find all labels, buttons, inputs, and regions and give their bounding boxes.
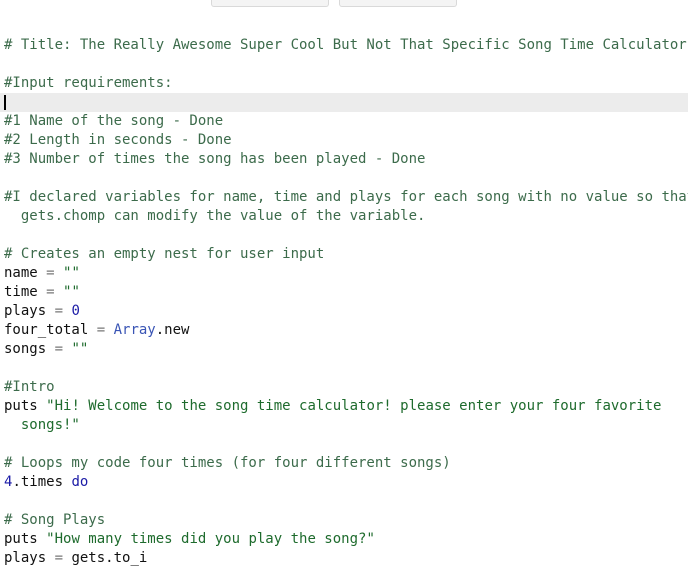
- code-line: #2 Length in seconds - Done: [4, 131, 688, 150]
- code-line: # Loops my code four times (for four dif…: [4, 454, 688, 473]
- code-line: # Title: The Really Awesome Super Cool B…: [4, 36, 688, 55]
- code-line: 4.times do: [4, 473, 688, 492]
- code-line: songs!": [4, 416, 688, 435]
- code-line: time = "": [4, 283, 688, 302]
- code-line: four_total = Array.new: [4, 321, 688, 340]
- variable-name: time: [4, 284, 38, 300]
- code-editor[interactable]: # Title: The Really Awesome Super Cool B…: [0, 0, 688, 583]
- code-line: songs = "": [4, 340, 688, 359]
- code-line: #I declared variables for name, time and…: [4, 188, 688, 207]
- code-line: name = "": [4, 264, 688, 283]
- code-line: #Input requirements:: [4, 74, 688, 93]
- comment: gets.chomp can modify the value of the v…: [4, 208, 426, 224]
- string-literal: "": [71, 341, 89, 357]
- code-line: puts "Hi! Welcome to the song time calcu…: [4, 397, 688, 416]
- code-line: # Creates an empty nest for user input: [4, 245, 688, 264]
- active-code-line[interactable]: [0, 93, 688, 112]
- string-literal: songs!": [4, 417, 80, 433]
- keyword-puts: puts: [4, 531, 47, 547]
- method-call: .times: [12, 474, 72, 490]
- comment: # Creates an empty nest for user input: [4, 246, 325, 262]
- code-line: #3 Number of times the song has been pla…: [4, 150, 688, 169]
- variable-name: plays: [4, 550, 47, 566]
- operator: =: [46, 550, 72, 566]
- code-line: plays = gets.to_i: [4, 549, 688, 568]
- string-literal: "How many times did you play the song?": [46, 531, 375, 547]
- variable-name: four_total: [4, 322, 89, 338]
- operator: =: [88, 322, 114, 338]
- keyword-puts: puts: [4, 398, 47, 414]
- string-literal: "": [63, 284, 80, 300]
- code-line: puts "How many times did you play the so…: [4, 530, 688, 549]
- comment: # Song Plays: [4, 512, 106, 528]
- keyword: do: [71, 474, 89, 490]
- code-line: plays = 0: [4, 302, 688, 321]
- comment: #Intro: [4, 379, 55, 395]
- comment: # Title: The Really Awesome Super Cool B…: [4, 37, 687, 53]
- tab-1[interactable]: [211, 0, 329, 7]
- tab-bar: [0, 0, 688, 8]
- tab-2[interactable]: [339, 0, 457, 7]
- string-literal: "": [63, 265, 80, 281]
- method-call: gets.to_i: [71, 550, 148, 566]
- code-line: # Song Plays: [4, 511, 688, 530]
- operator: =: [37, 265, 64, 281]
- operator: =: [46, 303, 72, 319]
- comment: # Loops my code four times (for four dif…: [4, 455, 451, 471]
- method-call: .new: [155, 322, 190, 338]
- comment: #I declared variables for name, time and…: [4, 189, 688, 205]
- operator: =: [37, 284, 64, 300]
- comment: #Input requirements:: [4, 75, 173, 91]
- code-area[interactable]: # Title: The Really Awesome Super Cool B…: [0, 36, 688, 568]
- string-literal: "Hi! Welcome to the song time calculator…: [46, 398, 662, 414]
- code-line: #1 Name of the song - Done: [4, 112, 688, 131]
- code-line: gets.chomp can modify the value of the v…: [4, 207, 688, 226]
- variable-name: name: [4, 265, 38, 281]
- number-literal: 0: [71, 303, 80, 319]
- variable-name: songs: [4, 341, 47, 357]
- comment: #3 Number of times the song has been pla…: [4, 151, 426, 167]
- code-line: #Intro: [4, 378, 688, 397]
- variable-name: plays: [4, 303, 47, 319]
- comment: #1 Name of the song - Done: [4, 113, 224, 129]
- operator: =: [46, 341, 72, 357]
- comment: #2 Length in seconds - Done: [4, 132, 232, 148]
- text-cursor: [4, 94, 6, 110]
- constant: Array: [113, 322, 156, 338]
